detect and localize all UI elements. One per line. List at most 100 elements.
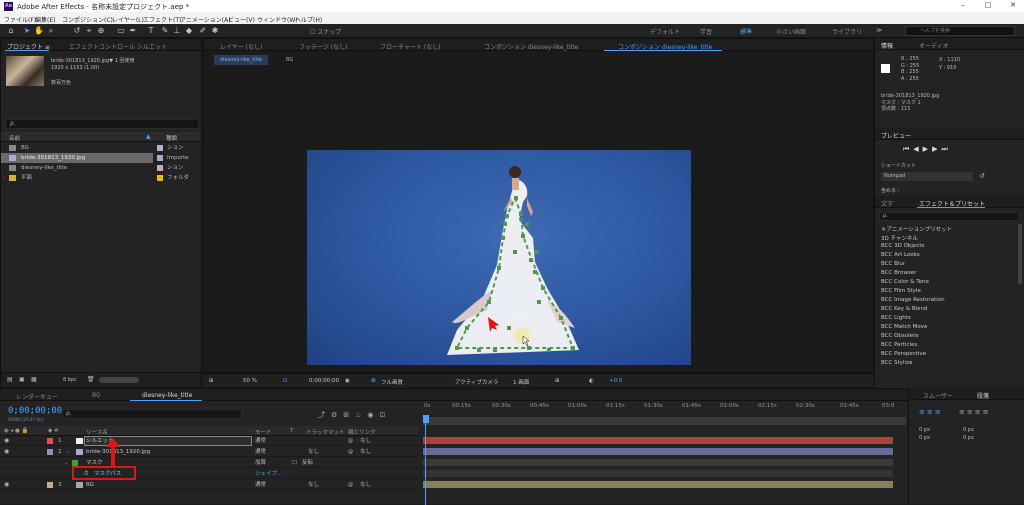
sort-icon[interactable]: ▲ bbox=[146, 133, 151, 140]
hand-tool-icon[interactable]: ✋ bbox=[34, 26, 44, 36]
project-item-selected[interactable]: bride-301813_1920.jpg bbox=[1, 153, 153, 163]
playback-controls[interactable]: ⏮◀▶▶⏭ bbox=[903, 145, 952, 154]
reset-icon[interactable]: ↺ bbox=[979, 172, 985, 180]
shortcut-dropdown[interactable]: Numpad bbox=[881, 172, 973, 181]
work-area-bar[interactable] bbox=[423, 417, 906, 425]
tab-audio[interactable]: オーディオ bbox=[919, 41, 949, 50]
workspace-default[interactable]: デフォルト bbox=[650, 27, 680, 36]
pen-tool-icon[interactable]: ✒ bbox=[128, 26, 138, 36]
snap-toggle[interactable]: ☐ スナップ bbox=[310, 27, 341, 36]
workspace-menu-icon[interactable]: ≫ bbox=[876, 27, 882, 34]
menu-window[interactable]: ウィンドウ(W) bbox=[257, 15, 298, 24]
comp-breadcrumb-bg[interactable]: BG bbox=[280, 55, 299, 65]
menu-composition[interactable]: コンポジション(C) bbox=[62, 15, 113, 24]
layer-row-silhouette[interactable]: ◉ 1 シルエット 通常 @ なし bbox=[0, 436, 418, 446]
effect-category[interactable]: BCC Stylize bbox=[881, 360, 912, 366]
track-matte-dropdown[interactable]: なし bbox=[308, 447, 319, 457]
composition-canvas[interactable] bbox=[307, 150, 691, 365]
col-mode[interactable]: モード bbox=[255, 428, 272, 436]
effects-search-input[interactable]: ρ. bbox=[879, 212, 1019, 221]
pickwhip-icon[interactable]: @ bbox=[348, 436, 353, 446]
blend-mode-dropdown[interactable]: 通常 bbox=[255, 436, 266, 446]
layer-bar-silhouette[interactable] bbox=[423, 437, 893, 444]
effect-category[interactable]: BCC Browser bbox=[881, 270, 916, 276]
parent-dropdown[interactable]: なし bbox=[360, 436, 371, 446]
channel-icon[interactable]: ✿ bbox=[371, 378, 376, 384]
alignment-buttons[interactable]: ≡≡≡ bbox=[919, 408, 943, 416]
effect-category[interactable]: BCC Perspective bbox=[881, 351, 926, 357]
parent-dropdown[interactable]: なし bbox=[360, 447, 371, 457]
tab-diesney-like-title[interactable]: diesney-like_title bbox=[142, 392, 192, 399]
effect-category[interactable]: ＊アニメーションプリセット bbox=[881, 225, 952, 233]
current-time-indicator[interactable] bbox=[423, 415, 429, 423]
mask-shape-link[interactable]: シェイプ... bbox=[255, 469, 282, 479]
indent-values[interactable]: 0 px 0 px bbox=[919, 426, 930, 442]
menu-effect[interactable]: エフェクト(T) bbox=[143, 15, 181, 24]
effect-category[interactable]: BCC Art Looks bbox=[881, 252, 920, 258]
mask-path-row[interactable]: ⏱ マスクパス シェイプ... bbox=[0, 469, 418, 479]
maximize-button[interactable]: □ bbox=[980, 1, 996, 9]
region-of-interest-icon[interactable]: ⊡ bbox=[283, 378, 288, 384]
pickwhip-icon[interactable]: @ bbox=[348, 447, 353, 457]
tab-flowchart[interactable]: フローチャート (なし) bbox=[380, 42, 441, 51]
track-matte-dropdown[interactable]: なし bbox=[308, 480, 319, 490]
puppet-tool-icon[interactable]: ✱ bbox=[210, 26, 220, 36]
invert-checkbox[interactable]: ☐ bbox=[292, 458, 297, 468]
effect-category[interactable]: BCC Image Restoration bbox=[881, 297, 945, 303]
interpret-footage-icon[interactable]: ▤ bbox=[7, 376, 13, 383]
layer-row-bride[interactable]: ◉ 2 ⌄ bride-301813_1920.jpg 通常 なし @ なし bbox=[0, 447, 418, 457]
project-item[interactable]: › 平面 フォルダ bbox=[1, 173, 201, 183]
menu-edit[interactable]: 編集(E) bbox=[35, 15, 55, 24]
zoom-dropdown[interactable]: 50 % bbox=[243, 378, 257, 384]
parent-dropdown[interactable]: なし bbox=[360, 480, 371, 490]
effect-category[interactable]: BCC Key & Blend bbox=[881, 306, 928, 312]
tab-paragraph[interactable]: 段落 bbox=[977, 391, 989, 400]
tab-bg[interactable]: BG bbox=[92, 392, 101, 399]
quality-dropdown[interactable]: フル画質 bbox=[381, 378, 403, 386]
timeline-search-input[interactable]: ρ. bbox=[62, 409, 242, 419]
timeline-timecode[interactable]: 0;00;00;00 bbox=[8, 406, 62, 416]
effect-category[interactable]: BCC Obsolete bbox=[881, 333, 919, 339]
spacing-values[interactable]: 0 px 0 px bbox=[963, 426, 974, 442]
home-icon[interactable]: ⌂ bbox=[6, 26, 16, 36]
exposure-value[interactable]: +0.0 bbox=[609, 378, 622, 384]
zoom-tool-icon[interactable]: ⌕ bbox=[46, 26, 56, 36]
visibility-eye-icon[interactable]: ◉ bbox=[4, 449, 11, 455]
minimize-button[interactable]: – bbox=[955, 1, 971, 9]
comp-breadcrumb-active[interactable]: diesney-like_title bbox=[214, 55, 269, 65]
menu-view[interactable]: ビュー(V) bbox=[228, 15, 255, 24]
expand-arrow-icon[interactable]: › bbox=[3, 173, 5, 183]
pickwhip-icon[interactable]: @ bbox=[348, 480, 353, 490]
timeline-switches[interactable]: ⤴⚙⊞♨◉⊡ bbox=[318, 410, 391, 420]
workspace-standard[interactable]: 標準 bbox=[740, 27, 752, 36]
toggle-pixel-aspect-icon[interactable]: ⊞ bbox=[555, 378, 560, 384]
menu-help[interactable]: ヘルプ(H) bbox=[295, 15, 322, 24]
new-composition-icon[interactable]: ▦ bbox=[31, 376, 37, 383]
tab-footage[interactable]: フッテージ (なし) bbox=[299, 42, 347, 51]
tab-smoother[interactable]: スムーザー bbox=[923, 391, 953, 400]
eraser-tool-icon[interactable]: ◆ bbox=[184, 26, 194, 36]
type-tool-icon[interactable]: T bbox=[146, 26, 156, 36]
exposure-icon[interactable]: ◐ bbox=[589, 378, 594, 384]
layer-bar-bg[interactable] bbox=[423, 481, 893, 488]
blend-mode-dropdown[interactable]: 通常 bbox=[255, 480, 266, 490]
rotate-tool-icon[interactable]: ↺ bbox=[72, 26, 82, 36]
roto-brush-tool-icon[interactable]: ✐ bbox=[198, 26, 208, 36]
project-item[interactable]: diesney-like_title ション bbox=[1, 163, 201, 173]
layer-row-bg[interactable]: ◉ 3 BG 通常 なし @ なし bbox=[0, 480, 418, 490]
mask-group-row[interactable]: ⌄ マスク 加算 ☐ 反転 bbox=[0, 458, 418, 468]
thumbnail-scrollbar[interactable] bbox=[99, 377, 139, 383]
col-track-matte[interactable]: トラックマット bbox=[306, 428, 345, 436]
help-search-input[interactable]: ヘルプを検索 bbox=[905, 26, 1015, 36]
expand-arrow-icon[interactable]: ⌄ bbox=[66, 447, 71, 457]
tab-info[interactable]: 情報 bbox=[881, 41, 893, 50]
menu-animation[interactable]: アニメーション(A) bbox=[180, 15, 231, 24]
clone-stamp-tool-icon[interactable]: ⊥ bbox=[172, 26, 182, 36]
current-time-display[interactable]: 0;00;00;00 bbox=[309, 378, 339, 384]
project-search-input[interactable]: ρ. bbox=[5, 119, 199, 129]
col-type[interactable]: 種類 bbox=[166, 134, 177, 142]
camera-tool-icon[interactable]: ⌖ bbox=[84, 26, 94, 36]
snapshot-icon[interactable]: ◉ bbox=[345, 378, 350, 384]
bpc-label[interactable]: 8 bpc bbox=[63, 377, 77, 383]
effect-category[interactable]: BCC Blur bbox=[881, 261, 905, 267]
